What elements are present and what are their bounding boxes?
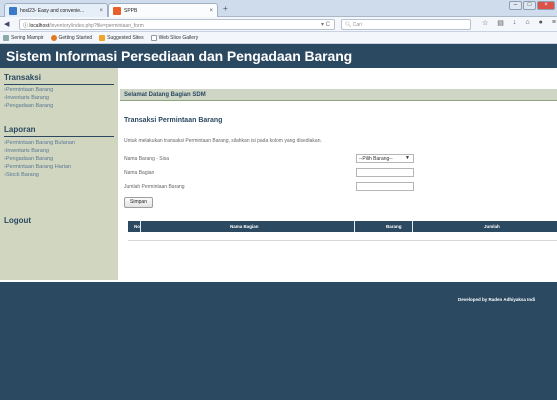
field-label-jumlah: Jumlah Permintaan Barang xyxy=(124,184,185,190)
divider xyxy=(4,84,114,85)
browser-tab-hosl23[interactable]: hosl23- Easy and convenie... × xyxy=(4,3,108,17)
bookmark-star-icon[interactable]: ☆ xyxy=(482,19,488,27)
bookmark-web-slice-gallery[interactable]: Web Slice Gallery xyxy=(150,34,198,41)
url-bar[interactable]: ⓘ localhost/inventory/index.php?file=per… xyxy=(19,19,335,30)
logout-link[interactable]: Logout xyxy=(4,216,31,225)
url-path: /inventory/index.php?file=permintaan_for… xyxy=(49,23,144,29)
nama-bagian-input[interactable] xyxy=(356,168,414,177)
minimize-button[interactable]: – xyxy=(509,1,522,10)
column-divider xyxy=(354,221,355,232)
bookmark-icon xyxy=(3,34,9,41)
sidebar-item-laporan-pengadaan[interactable]: ›Pengadaan Barang xyxy=(4,156,53,162)
bookmark-sering-mampir[interactable]: Sering Mampir xyxy=(3,34,44,41)
sidebar: Transaksi ›Permintaan Barang ›Inventaris… xyxy=(0,68,118,280)
reload-icon[interactable]: ▾ C xyxy=(321,21,330,28)
welcome-text: Selamat Datang Bagian SDM xyxy=(124,92,206,98)
column-header-nama-bagian: Nama Bagian xyxy=(230,224,259,229)
site-title: Sistem Informasi Persediaan dan Pengadaa… xyxy=(6,48,353,64)
shield-icon[interactable]: ● xyxy=(539,19,543,27)
window-close-button[interactable]: × xyxy=(537,1,555,10)
home-icon[interactable]: ⌂ xyxy=(525,19,529,27)
back-arrow-icon[interactable]: ◀ xyxy=(4,20,9,28)
table-header-row: No. Nama Bagian Barang Jumlah xyxy=(128,221,557,232)
favicon-icon xyxy=(113,6,121,15)
close-icon[interactable]: × xyxy=(99,8,103,14)
sidebar-item-permintaan-bulanan[interactable]: ›Permintaan Barang Bulanan xyxy=(4,140,75,146)
divider xyxy=(4,136,114,137)
form-instruction: Untuk melakukan transaksi Permintaan Bar… xyxy=(124,138,322,144)
welcome-bar: Selamat Datang Bagian SDM xyxy=(120,89,557,101)
maximize-button[interactable]: □ xyxy=(523,1,536,10)
site-footer: Developed by Raden Adhiyaksa Indi xyxy=(0,282,557,400)
tab-label: SPPB xyxy=(124,7,138,14)
column-header-barang: Barang xyxy=(386,224,402,229)
column-divider xyxy=(412,221,413,232)
sidebar-item-stock-barang[interactable]: ›Stock Barang xyxy=(4,172,39,178)
sidebar-item-pengadaan-barang[interactable]: ›Pengadaan Barang xyxy=(4,103,53,109)
nama-barang-select[interactable]: --Pilih Barang-- ▼ xyxy=(356,154,414,163)
bookmark-suggested-sites[interactable]: Suggested Sites xyxy=(99,34,144,41)
search-icon: 🔍︎ xyxy=(345,22,353,28)
sidebar-item-inventaris-barang[interactable]: ›Inventaris Barang xyxy=(4,95,49,101)
download-icon[interactable]: ↓ xyxy=(513,19,517,27)
firefox-icon xyxy=(50,34,57,41)
page-icon xyxy=(150,34,157,41)
sidebar-heading-transaksi: Transaksi xyxy=(4,73,41,82)
suggested-sites-icon xyxy=(99,34,106,41)
url-host: localhost xyxy=(29,23,50,29)
tab-label: hosl23- Easy and convenie... xyxy=(20,7,85,14)
form-title: Transaksi Permintaan Barang xyxy=(124,117,223,124)
window-controls: – □ × xyxy=(509,1,555,10)
table-bottom-rule xyxy=(128,240,557,241)
field-label-nama-barang: Nama Barang - Sisa xyxy=(124,156,170,162)
browser-tab-strip: hosl23- Easy and convenie... × SPPB × + … xyxy=(0,0,557,17)
sidebar-item-laporan-inventaris[interactable]: ›Inventaris Barang xyxy=(4,148,49,154)
browser-nav-bar: ◀ ⓘ localhost/inventory/index.php?file=p… xyxy=(0,17,557,32)
new-tab-button[interactable]: + xyxy=(223,4,228,13)
simpan-button[interactable]: Simpan xyxy=(124,197,153,208)
site-header: Sistem Informasi Persediaan dan Pengadaa… xyxy=(0,44,557,68)
bookmark-getting-started[interactable]: Getting Started xyxy=(50,34,92,41)
sidebar-item-permintaan-barang[interactable]: ›Permintaan Barang xyxy=(4,87,53,93)
close-icon[interactable]: × xyxy=(209,8,213,14)
footer-credit: Developed by Raden Adhiyaksa Indi xyxy=(458,297,536,302)
browser-toolbar: ☆ ▤ ↓ ⌂ ● ≡ xyxy=(482,19,556,27)
bookmarks-bar: Sering Mampir Getting Started Suggested … xyxy=(0,32,557,44)
sidebar-item-permintaan-harian[interactable]: ›Permintaan Barang Harian xyxy=(4,164,71,170)
jumlah-input[interactable] xyxy=(356,182,414,191)
dropdown-arrow-icon: ▼ xyxy=(405,155,410,161)
browser-tab-sppb[interactable]: SPPB × xyxy=(108,3,218,17)
clipboard-icon[interactable]: ▤ xyxy=(497,19,504,27)
column-divider xyxy=(140,221,141,232)
field-label-nama-bagian: Nama Bagian xyxy=(124,170,155,176)
column-header-jumlah: Jumlah xyxy=(484,224,500,229)
sidebar-heading-laporan: Laporan xyxy=(4,125,36,134)
browser-search-input[interactable]: 🔍︎ Cari xyxy=(341,19,471,30)
menu-icon[interactable]: ≡ xyxy=(552,19,556,27)
favicon-icon xyxy=(9,6,17,15)
